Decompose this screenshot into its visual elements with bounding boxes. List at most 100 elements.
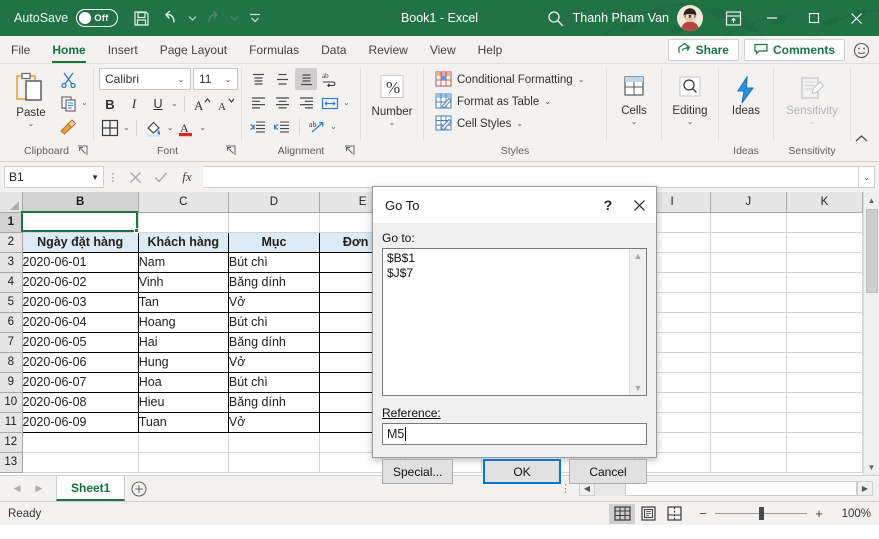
cells-button[interactable]: Cells ⌄	[612, 70, 656, 126]
font-size-chevron-down-icon[interactable]: ⌄	[221, 75, 235, 84]
cell-J6[interactable]	[710, 312, 787, 333]
tab-home[interactable]: Home	[41, 37, 96, 63]
dialog-close-icon[interactable]	[622, 187, 656, 223]
goto-list-item[interactable]: $J$7	[387, 266, 625, 281]
cell-B12[interactable]	[22, 432, 139, 453]
cells-dropdown-icon[interactable]: ⌄	[631, 118, 638, 126]
cell-J2[interactable]	[710, 232, 787, 253]
vertical-scroll-thumb[interactable]	[865, 209, 878, 293]
cell-C2[interactable]: Khách hàng	[137, 231, 229, 253]
bold-button[interactable]: B	[99, 93, 121, 115]
undo-icon[interactable]	[156, 4, 186, 32]
font-color-dropdown-icon[interactable]: ⌄	[199, 124, 206, 132]
ribbon-display-options-icon[interactable]	[715, 10, 751, 27]
cell-B4[interactable]: 2020-06-02	[21, 271, 139, 293]
cell-D6[interactable]: Bút chì	[227, 311, 321, 333]
avatar[interactable]	[677, 5, 703, 31]
decrease-indent-icon[interactable]	[247, 116, 269, 138]
cell-D8[interactable]: Vở	[227, 351, 321, 373]
cell-K10[interactable]	[786, 392, 863, 413]
share-button[interactable]: Share	[667, 39, 739, 61]
autosave-toggle[interactable]: Off	[76, 9, 119, 27]
cell-D5[interactable]: Vở	[227, 291, 321, 313]
cell-J4[interactable]	[710, 272, 787, 293]
scroll-down-icon[interactable]: ▼	[634, 383, 643, 393]
select-all-corner[interactable]	[0, 192, 23, 213]
font-name-combobox[interactable]: Calibri ⌄	[99, 68, 191, 90]
cell-J10[interactable]	[710, 392, 787, 413]
formula-input[interactable]	[203, 166, 859, 188]
cell-K8[interactable]	[786, 352, 863, 373]
align-center-icon[interactable]	[271, 92, 293, 114]
normal-view-icon[interactable]	[609, 503, 635, 524]
cell-styles-dropdown-icon[interactable]: ⌄	[516, 120, 523, 128]
copy-icon[interactable]	[57, 92, 79, 114]
search-icon[interactable]	[539, 10, 573, 27]
undo-dropdown-icon[interactable]	[186, 4, 198, 32]
page-break-preview-icon[interactable]	[661, 504, 687, 524]
expand-formula-bar-icon[interactable]: ⌄	[859, 166, 875, 188]
vertical-scrollbar[interactable]: ▲ ▼	[863, 192, 879, 475]
special-button[interactable]: Special...	[382, 459, 454, 484]
cell-K5[interactable]	[786, 292, 863, 313]
name-box[interactable]: B1 ▼	[4, 166, 104, 188]
cell-C7[interactable]: Hai	[137, 331, 229, 353]
align-middle-icon[interactable]	[271, 68, 293, 90]
tab-file[interactable]: File	[0, 37, 41, 63]
cell-B10[interactable]: 2020-06-08	[21, 391, 139, 413]
tab-formulas[interactable]: Formulas	[238, 37, 310, 63]
minimize-button[interactable]	[751, 0, 793, 36]
alignment-dialog-launcher-icon[interactable]	[343, 145, 355, 157]
tab-help[interactable]: Help	[467, 37, 514, 63]
row-header-8[interactable]: 8	[0, 352, 23, 373]
cell-J9[interactable]	[710, 372, 787, 393]
cell-B1[interactable]	[22, 212, 139, 233]
merge-dropdown-icon[interactable]: ⌄	[343, 99, 350, 107]
zoom-in-button[interactable]: +	[813, 506, 825, 521]
cell-K11[interactable]	[786, 412, 863, 433]
cut-icon[interactable]	[57, 68, 79, 90]
cell-J5[interactable]	[710, 292, 787, 313]
orientation-dropdown-icon[interactable]: ⌄	[330, 123, 337, 131]
cell-C9[interactable]: Hoa	[137, 371, 229, 393]
underline-button[interactable]: U	[147, 93, 169, 115]
goto-list-scrollbar[interactable]: ▲ ▼	[629, 249, 646, 395]
tab-page-layout[interactable]: Page Layout	[149, 37, 238, 63]
fill-color-icon[interactable]	[143, 117, 165, 139]
number-format-button[interactable]: % Number ⌄	[366, 69, 418, 127]
cell-D9[interactable]: Bút chì	[227, 371, 321, 393]
editing-dropdown-icon[interactable]: ⌄	[687, 118, 694, 126]
zoom-level-label[interactable]: 100%	[831, 508, 871, 520]
font-name-chevron-down-icon[interactable]: ⌄	[174, 75, 188, 84]
cell-B3[interactable]: 2020-06-01	[21, 251, 139, 273]
cell-J7[interactable]	[710, 332, 787, 353]
editing-button[interactable]: Editing ⌄	[667, 70, 713, 126]
cell-K6[interactable]	[786, 312, 863, 333]
zoom-slider-thumb[interactable]	[759, 507, 764, 520]
align-bottom-icon[interactable]	[295, 68, 317, 90]
cell-K2[interactable]	[786, 232, 863, 253]
cell-B9[interactable]: 2020-06-07	[21, 371, 139, 393]
cell-D12[interactable]	[228, 432, 321, 453]
row-header-12[interactable]: 12	[0, 432, 23, 453]
align-top-icon[interactable]	[247, 68, 269, 90]
save-icon[interactable]	[126, 4, 156, 32]
cell-K4[interactable]	[786, 272, 863, 293]
conditional-formatting-dropdown-icon[interactable]: ⌄	[578, 76, 585, 84]
merge-and-center-icon[interactable]	[319, 92, 341, 114]
row-header-10[interactable]: 10	[0, 392, 23, 413]
cell-B5[interactable]: 2020-06-03	[21, 291, 139, 313]
increase-font-size-button[interactable]: A	[191, 93, 213, 115]
row-header-2[interactable]: 2	[0, 232, 23, 253]
redo-icon[interactable]	[198, 4, 228, 32]
cell-K7[interactable]	[786, 332, 863, 353]
font-dialog-launcher-icon[interactable]	[224, 145, 236, 157]
tab-data[interactable]: Data	[310, 37, 357, 63]
increase-indent-icon[interactable]	[271, 116, 293, 138]
page-layout-view-icon[interactable]	[635, 504, 661, 524]
scroll-up-icon[interactable]: ▲	[864, 192, 879, 208]
cell-B13[interactable]	[22, 452, 139, 473]
orientation-icon[interactable]: ab	[306, 116, 328, 138]
cell-C6[interactable]: Hoang	[137, 311, 229, 333]
name-box-chevron-down-icon[interactable]: ▼	[91, 173, 99, 182]
